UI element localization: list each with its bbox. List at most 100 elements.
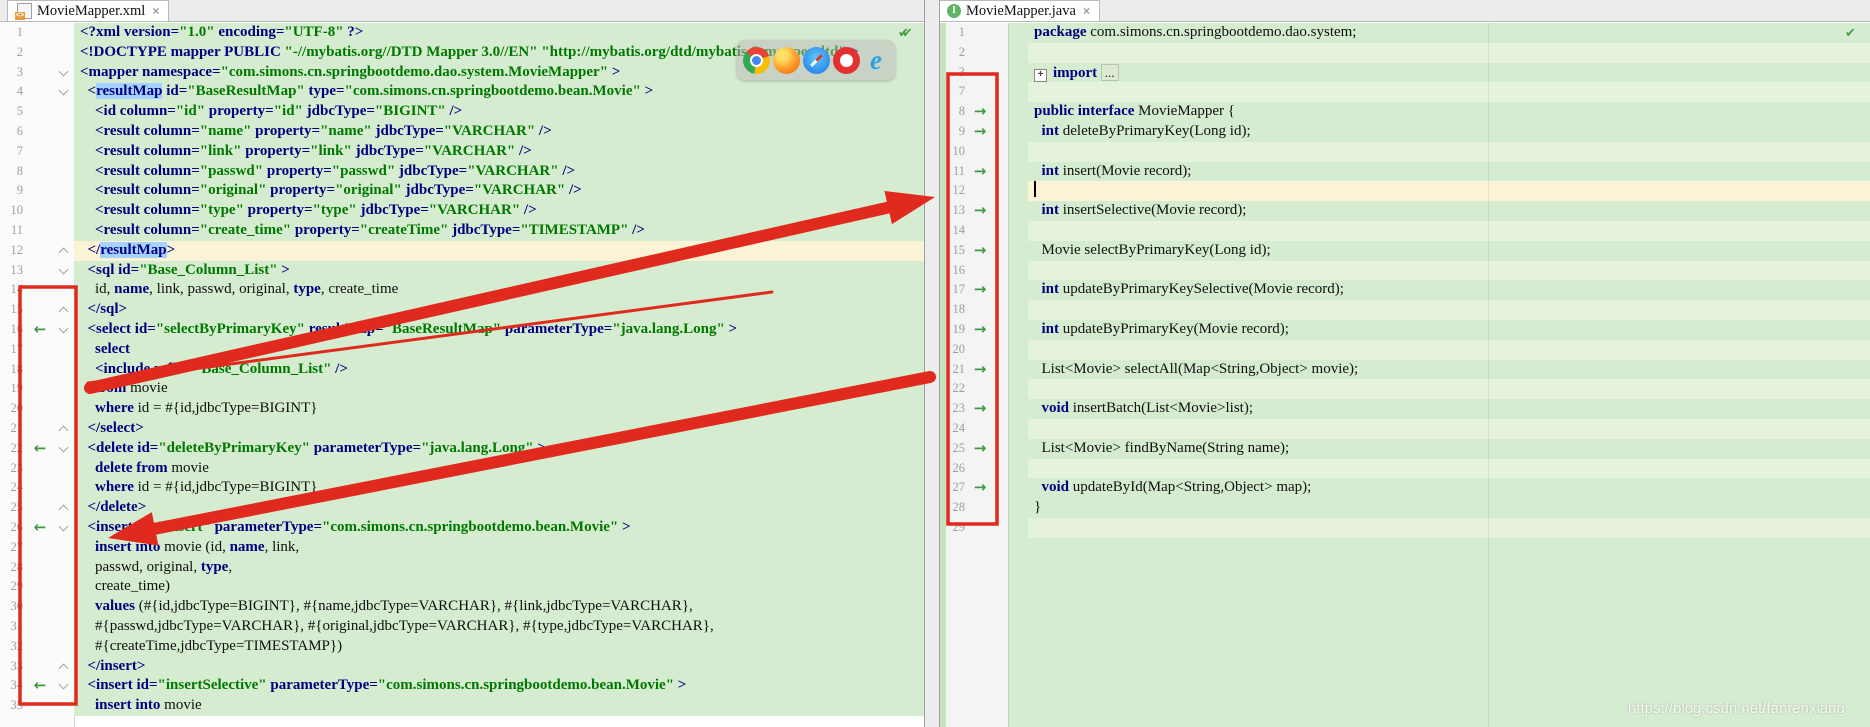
fold-marker[interactable] [52,657,74,677]
code-line-22[interactable]: 22← <delete id="deleteByPrimaryKey" para… [0,439,924,459]
goto-java-arrow-icon[interactable]: → [970,439,990,459]
code-line-31[interactable]: 31 #{passwd,jdbcType=VARCHAR}, #{origina… [0,617,924,637]
code-text[interactable]: int updateByPrimaryKeySelective(Movie re… [1028,280,1870,300]
code-line-7[interactable]: 7 <result column="link" property="link" … [0,142,924,162]
code-text[interactable]: </insert> [74,657,924,677]
code-line-29[interactable]: 29 [940,518,1870,538]
goto-java-arrow-icon[interactable]: → [970,162,990,182]
code-line-27[interactable]: 27 insert into movie (id, name, link, [0,538,924,558]
code-text[interactable]: insert into movie [74,696,924,716]
code-text[interactable]: <include refid="Base_Column_List" /> [74,360,924,380]
code-line-25[interactable]: 25 </delete> [0,498,924,518]
code-text[interactable]: <result column="original" property="orig… [74,181,924,201]
fold-marker[interactable] [52,320,74,340]
code-line-24[interactable]: 24 where id = #{id,jdbcType=BIGINT} [0,478,924,498]
code-text[interactable]: <delete id="deleteByPrimaryKey" paramete… [74,439,924,459]
code-line-25[interactable]: 25→ List<Movie> findByName(String name); [940,439,1870,459]
code-line-13[interactable]: 13→ int insertSelective(Movie record); [940,201,1870,221]
code-text[interactable]: List<Movie> selectAll(Map<String,Object>… [1028,360,1870,380]
goto-xml-arrow-icon[interactable]: ← [28,676,52,696]
code-text[interactable]: <resultMap id="BaseResultMap" type="com.… [74,82,924,102]
code-text[interactable]: List<Movie> findByName(String name); [1028,439,1870,459]
code-text[interactable]: where id = #{id,jdbcType=BIGINT} [74,478,924,498]
code-text[interactable] [1028,181,1870,201]
code-text[interactable]: int insertSelective(Movie record); [1028,201,1870,221]
code-line-15[interactable]: 15→ Movie selectByPrimaryKey(Long id); [940,241,1870,261]
close-icon[interactable]: × [1083,4,1090,18]
code-line-11[interactable]: 11→ int insert(Movie record); [940,162,1870,182]
code-line-26[interactable]: 26← <insert id="insert" parameterType="c… [0,518,924,538]
code-text[interactable]: void updateById(Map<String,Object> map); [1028,478,1870,498]
code-text[interactable]: id, name, link, passwd, original, type, … [74,280,924,300]
code-line-2[interactable]: 2 [940,43,1870,63]
fold-marker[interactable] [52,498,74,518]
code-line-9[interactable]: 9 <result column="original" property="or… [0,181,924,201]
code-line-7[interactable]: 7 [940,82,1870,102]
code-line-33[interactable]: 33 </insert> [0,657,924,677]
code-line-35[interactable]: 35 insert into movie [0,696,924,716]
code-text[interactable] [1028,221,1870,241]
fold-marker[interactable] [52,63,74,83]
code-text[interactable] [1028,82,1870,102]
code-text[interactable] [1028,379,1870,399]
code-text[interactable]: <result column="link" property="link" jd… [74,142,924,162]
code-text[interactable] [1028,142,1870,162]
code-line-19[interactable]: 19 from movie [0,379,924,399]
code-text[interactable] [1028,419,1870,439]
code-text[interactable]: <select id="selectByPrimaryKey" resultMa… [74,320,924,340]
code-line-9[interactable]: 9→ int deleteByPrimaryKey(Long id); [940,122,1870,142]
code-text[interactable]: <result column="type" property="type" jd… [74,201,924,221]
code-text[interactable]: } [1028,498,1870,518]
code-line-29[interactable]: 29 create_time) [0,577,924,597]
code-line-27[interactable]: 27→ void updateById(Map<String,Object> m… [940,478,1870,498]
code-text[interactable]: int updateByPrimaryKey(Movie record); [1028,320,1870,340]
code-text[interactable]: values (#{id,jdbcType=BIGINT}, #{name,jd… [74,597,924,617]
code-line-28[interactable]: 28} [940,498,1870,518]
code-line-21[interactable]: 21→ List<Movie> selectAll(Map<String,Obj… [940,360,1870,380]
fold-marker[interactable] [52,300,74,320]
code-text[interactable]: <insert id="insert" parameterType="com.s… [74,518,924,538]
code-line-26[interactable]: 26 [940,459,1870,479]
code-text[interactable]: where id = #{id,jdbcType=BIGINT} [74,399,924,419]
goto-java-arrow-icon[interactable]: → [970,102,990,122]
code-text[interactable]: select [74,340,924,360]
code-line-10[interactable]: 10 [940,142,1870,162]
close-icon[interactable]: × [152,4,159,18]
code-line-21[interactable]: 21 </select> [0,419,924,439]
code-line-15[interactable]: 15 </sql> [0,300,924,320]
fold-marker[interactable] [52,261,74,281]
code-line-1[interactable]: 1package com.simons.cn.springbootdemo.da… [940,23,1870,43]
code-text[interactable]: int insert(Movie record); [1028,162,1870,182]
code-text[interactable]: +import ... [1028,63,1870,83]
inspection-ok-icon[interactable]: ✔✔ [898,26,906,41]
code-text[interactable]: void insertBatch(List<Movie>list); [1028,399,1870,419]
code-line-22[interactable]: 22 [940,379,1870,399]
code-line-6[interactable]: 6 <result column="name" property="name" … [0,122,924,142]
code-line-8[interactable]: 8→public interface MovieMapper { [940,102,1870,122]
goto-xml-arrow-icon[interactable]: ← [28,518,52,538]
code-text[interactable]: </delete> [74,498,924,518]
code-text[interactable]: passwd, original, type, [74,558,924,578]
code-text[interactable]: </sql> [74,300,924,320]
goto-java-arrow-icon[interactable]: → [970,360,990,380]
code-line-23[interactable]: 23 delete from movie [0,459,924,479]
code-line-5[interactable]: 5 <id column="id" property="id" jdbcType… [0,102,924,122]
code-line-20[interactable]: 20 [940,340,1870,360]
code-line-16[interactable]: 16 [940,261,1870,281]
code-text[interactable]: <insert id="insertSelective" parameterTy… [74,676,924,696]
fold-marker[interactable] [52,419,74,439]
code-line-18[interactable]: 18 [940,300,1870,320]
code-text[interactable] [1028,261,1870,281]
goto-java-arrow-icon[interactable]: → [970,241,990,261]
code-line-14[interactable]: 14 [940,221,1870,241]
tab-moviemapper-java[interactable]: I MovieMapper.java × [937,0,1100,21]
code-text[interactable]: </select> [74,419,924,439]
goto-java-arrow-icon[interactable]: → [970,280,990,300]
code-text[interactable] [1028,300,1870,320]
code-text[interactable] [1028,459,1870,479]
code-line-17[interactable]: 17 select [0,340,924,360]
goto-xml-arrow-icon[interactable]: ← [28,439,52,459]
code-line-30[interactable]: 30 values (#{id,jdbcType=BIGINT}, #{name… [0,597,924,617]
code-line-28[interactable]: 28 passwd, original, type, [0,558,924,578]
code-line-18[interactable]: 18 <include refid="Base_Column_List" /> [0,360,924,380]
